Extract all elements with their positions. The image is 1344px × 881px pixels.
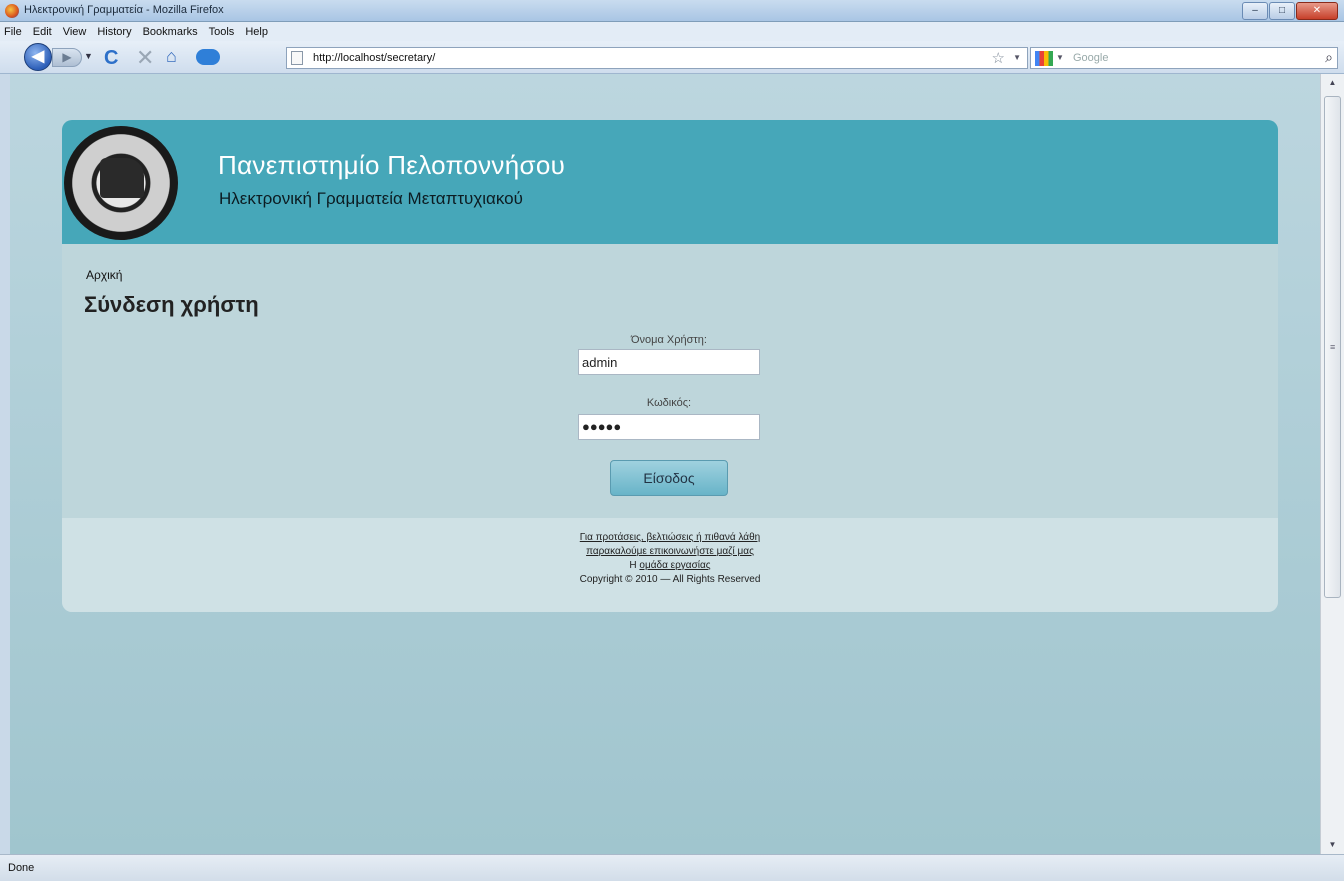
menu-history[interactable]: History (97, 26, 131, 38)
engine-dropdown-icon[interactable]: ▼ (1056, 53, 1064, 62)
address-bar[interactable]: http://localhost/secretary/ ☆ ▼ (286, 47, 1028, 69)
menu-file[interactable]: File (4, 26, 22, 38)
window-title-bar: Ηλεκτρονική Γραμματεία - Mozilla Firefox… (0, 0, 1344, 22)
navigation-toolbar: ◀ ▶ ▼ C ✕ ⌂ http://localhost/secretary/ … (0, 41, 1344, 74)
page-icon (291, 51, 303, 65)
page-title: Σύνδεση χρήστη (84, 292, 259, 317)
menu-bar: File Edit View History Bookmarks Tools H… (0, 22, 1344, 41)
team-line: Η ομάδα εργασίας (62, 560, 1278, 571)
status-bar: Done (0, 854, 1344, 881)
login-button[interactable]: Είσοδος (610, 460, 728, 496)
password-label: Κωδικός: (646, 397, 692, 409)
bookmark-star-icon[interactable]: ☆ (992, 49, 1005, 67)
window-title: Ηλεκτρονική Γραμματεία - Mozilla Firefox (24, 4, 224, 16)
university-logo (64, 126, 178, 240)
history-dropdown-icon[interactable]: ▼ (84, 51, 93, 61)
scroll-thumb[interactable]: ≡ (1324, 96, 1341, 598)
address-url[interactable]: http://localhost/secretary/ (313, 52, 435, 64)
search-placeholder[interactable]: Google (1073, 52, 1108, 64)
site-header: Πανεπιστημίο Πελοποννήσου Ηλεκτρονική Γρ… (62, 120, 1278, 244)
suggestions-link[interactable]: Για προτάσεις, βελτιώσεις ή πιθανά λάθη (580, 532, 760, 543)
university-title: Πανεπιστημίο Πελοποννήσου (218, 150, 566, 180)
close-button[interactable]: ✕ (1296, 2, 1338, 20)
window-controls: – □ ✕ (1241, 2, 1338, 20)
firefox-icon (5, 4, 19, 18)
minimize-button[interactable]: – (1242, 2, 1268, 20)
menu-bookmarks[interactable]: Bookmarks (143, 26, 198, 38)
google-engine-icon[interactable] (1035, 51, 1053, 66)
url-dropdown-icon[interactable]: ▼ (1013, 53, 1021, 62)
menu-view[interactable]: View (63, 26, 87, 38)
window-left-frame (0, 74, 10, 854)
menu-help[interactable]: Help (245, 26, 268, 38)
maximize-button[interactable]: □ (1269, 2, 1295, 20)
logo-emblem-icon (100, 158, 144, 198)
status-text: Done (8, 862, 35, 874)
scroll-up-icon[interactable]: ▲ (1321, 74, 1344, 92)
username-input[interactable] (578, 349, 760, 375)
page-container: Πανεπιστημίο Πελοποννήσου Ηλεκτρονική Γρ… (62, 120, 1278, 612)
vertical-scrollbar[interactable]: ▲ ≡ ▼ (1320, 74, 1344, 854)
home-icon[interactable]: ⌂ (166, 46, 177, 67)
password-input[interactable]: ●●●●● (578, 414, 760, 440)
contact-link[interactable]: παρακαλούμε επικοινωνήστε μαζί μας (586, 546, 754, 557)
stop-icon[interactable]: ✕ (136, 45, 154, 71)
menu-edit[interactable]: Edit (33, 26, 52, 38)
team-prefix: Η (629, 560, 640, 571)
forward-button[interactable]: ▶ (52, 48, 82, 67)
browser-viewport: Πανεπιστημίο Πελοποννήσου Ηλεκτρονική Γρ… (10, 74, 1320, 854)
reload-icon[interactable]: C (104, 47, 118, 70)
search-box[interactable]: ▼ Google ⌕ (1030, 47, 1338, 69)
team-link[interactable]: ομάδα εργασίας (639, 560, 710, 571)
addon-toolbar-icon[interactable] (196, 49, 220, 65)
username-label: Όνομα Χρήστη: (631, 334, 707, 346)
scroll-grip-icon: ≡ (1330, 342, 1336, 352)
back-button[interactable]: ◀ (24, 43, 52, 71)
site-subtitle: Ηλεκτρονική Γραμματεία Μεταπτυχιακού (219, 189, 523, 208)
copyright-text: Copyright © 2010 — All Rights Reserved (579, 574, 761, 585)
search-icon[interactable]: ⌕ (1325, 49, 1333, 66)
page-footer: Για προτάσεις, βελτιώσεις ή πιθανά λάθη … (62, 518, 1278, 612)
breadcrumb-home[interactable]: Αρχική (86, 268, 122, 282)
scroll-down-icon[interactable]: ▼ (1321, 836, 1344, 854)
menu-tools[interactable]: Tools (209, 26, 235, 38)
